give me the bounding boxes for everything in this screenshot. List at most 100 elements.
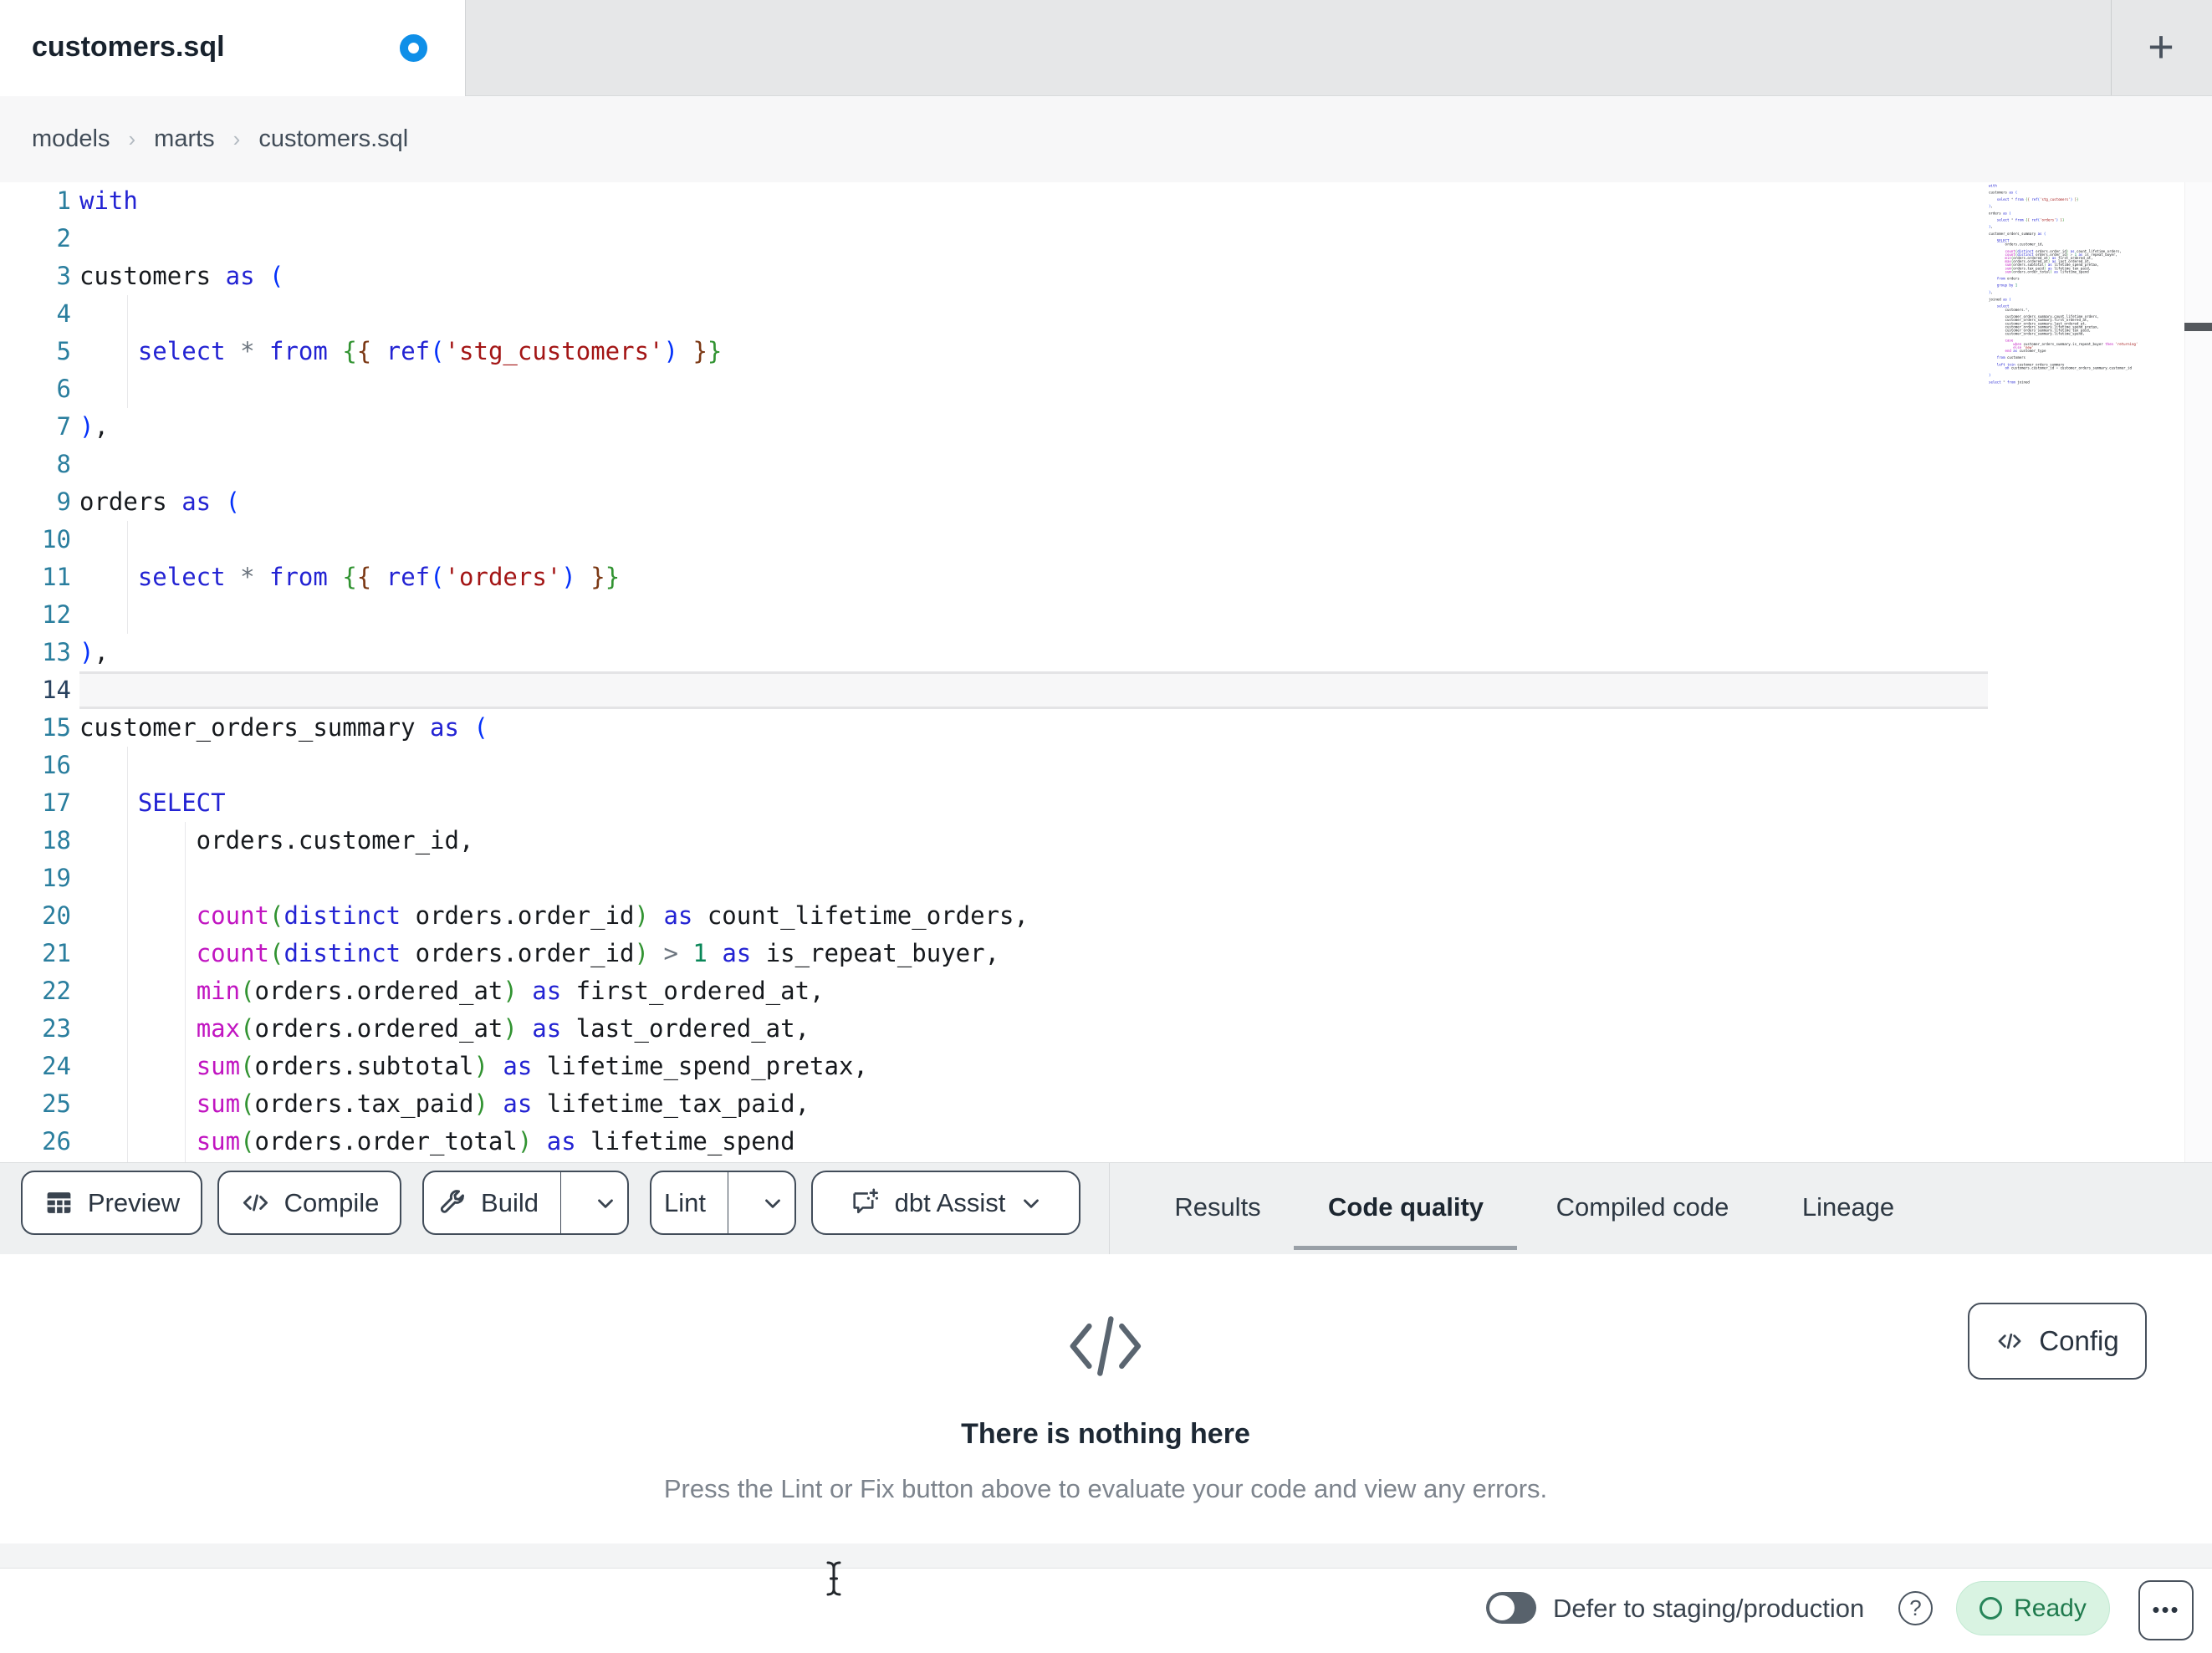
assist-chat-sparkle-icon: [848, 1186, 881, 1220]
line-number: 4: [56, 299, 71, 328]
table-icon: [43, 1187, 74, 1218]
panel-resize-gap[interactable]: [0, 1543, 2212, 1569]
dbt-assist-button[interactable]: dbt Assist: [811, 1171, 1080, 1235]
empty-state: There is nothing here Press the Lint or …: [664, 1304, 1547, 1504]
code-line[interactable]: 13),: [0, 634, 2212, 671]
breadcrumb-marts[interactable]: marts: [154, 125, 215, 153]
code-line[interactable]: 19: [0, 860, 2212, 897]
tab-lineage[interactable]: Lineage: [1802, 1163, 1894, 1251]
minimap-content: with customers as ( select * from {{ ref(…: [1989, 184, 2138, 385]
code-line[interactable]: 23 max(orders.ordered_at) as last_ordere…: [0, 1010, 2212, 1048]
line-number: 3: [56, 262, 71, 290]
tab-code-quality[interactable]: Code quality: [1328, 1163, 1484, 1251]
line-number: 19: [42, 864, 71, 892]
empty-state-title: There is nothing here: [961, 1418, 1250, 1450]
code-line[interactable]: 25 sum(orders.tax_paid) as lifetime_tax_…: [0, 1085, 2212, 1123]
build-split-button: Build: [422, 1171, 629, 1235]
tabstrip-divider: [2111, 0, 2112, 95]
line-number: 5: [56, 337, 71, 365]
line-number: 15: [42, 713, 71, 742]
line-number: 9: [56, 487, 71, 516]
compile-button-label: Compile: [284, 1187, 380, 1217]
code-line[interactable]: 4: [0, 295, 2212, 333]
breadcrumb-separator-icon: ›: [232, 126, 241, 151]
ide-status-badge[interactable]: Ready: [1956, 1581, 2110, 1635]
line-number: 16: [42, 751, 71, 779]
breadcrumb-models[interactable]: models: [32, 125, 110, 153]
defer-label: Defer to staging/production: [1553, 1594, 1865, 1623]
code-line[interactable]: 12: [0, 596, 2212, 634]
new-tab-button[interactable]: +: [2123, 15, 2199, 82]
config-button[interactable]: Config: [1968, 1303, 2147, 1380]
line-number: 20: [42, 901, 71, 930]
line-number: 10: [42, 525, 71, 554]
code-slash-icon: [1062, 1304, 1149, 1388]
line-number: 6: [56, 375, 71, 403]
code-line[interactable]: 22 min(orders.ordered_at) as first_order…: [0, 972, 2212, 1010]
status-circle-icon: [1980, 1597, 2003, 1620]
tab-results[interactable]: Results: [1174, 1163, 1260, 1251]
line-number: 21: [42, 939, 71, 967]
code-line[interactable]: 26 sum(orders.order_total) as lifetime_s…: [0, 1123, 2212, 1161]
code-line[interactable]: 21 count(distinct orders.order_id) > 1 a…: [0, 935, 2212, 972]
lint-button[interactable]: Lint: [642, 1172, 728, 1233]
breadcrumb-file[interactable]: customers.sql: [258, 125, 408, 153]
code-lines: 1 with 2 3 customers as ( 4 5 select * from {{…: [0, 182, 2212, 1161]
tab-compiled-code[interactable]: Compiled code: [1556, 1163, 1729, 1251]
lint-split-button: Lint: [650, 1171, 796, 1235]
tab-strip: customers.sql +: [0, 0, 2212, 96]
code-line[interactable]: 9 orders as (: [0, 483, 2212, 521]
code-icon: [1995, 1327, 2024, 1355]
code-line[interactable]: 18 orders.customer_id,: [0, 822, 2212, 860]
code-line[interactable]: 15 customer_orders_summary as (: [0, 709, 2212, 747]
compile-button[interactable]: Compile: [217, 1171, 401, 1235]
code-line[interactable]: 20 count(distinct orders.order_id) as co…: [0, 897, 2212, 935]
line-number: 11: [42, 563, 71, 591]
preview-button-label: Preview: [87, 1187, 181, 1217]
code-line[interactable]: 1 with: [0, 182, 2212, 220]
dbt-assist-label: dbt Assist: [894, 1187, 1006, 1217]
line-number: 13: [42, 638, 71, 666]
active-tab-underline: [1294, 1246, 1517, 1250]
build-button-label: Build: [481, 1187, 539, 1217]
file-tab[interactable]: customers.sql: [0, 0, 466, 96]
preview-button[interactable]: Preview: [21, 1171, 202, 1235]
code-editor[interactable]: 1 with 2 3 customers as ( 4 5 select * from {{…: [0, 182, 2212, 1162]
line-number: 18: [42, 826, 71, 855]
file-tab-title: customers.sql: [32, 31, 225, 63]
chevron-down-icon: [1019, 1191, 1044, 1216]
toggle-knob: [1489, 1595, 1515, 1620]
code-line[interactable]: 16: [0, 747, 2212, 784]
code-line[interactable]: 24 sum(orders.subtotal) as lifetime_spen…: [0, 1048, 2212, 1085]
code-line[interactable]: 5 select * from {{ ref('stg_customers') …: [0, 333, 2212, 370]
unsaved-changes-dot-icon: [400, 34, 427, 62]
overview-ruler-cursor-marker: [2184, 323, 2212, 331]
code-line[interactable]: 10: [0, 521, 2212, 559]
build-dropdown-button[interactable]: [575, 1172, 636, 1233]
code-line[interactable]: 17 SELECT: [0, 784, 2212, 822]
more-options-button[interactable]: •••: [2138, 1580, 2194, 1640]
code-line[interactable]: 3 customers as (: [0, 258, 2212, 295]
lint-button-label: Lint: [664, 1187, 706, 1217]
line-number: 7: [56, 412, 71, 441]
code-line[interactable]: 11 select * from {{ ref('orders') }}: [0, 559, 2212, 596]
code-line[interactable]: 2: [0, 220, 2212, 258]
breadcrumb-bar: models › marts › customers.sql Save: [0, 96, 2212, 266]
chevron-down-icon: [760, 1191, 785, 1216]
ide-status-label: Ready: [2014, 1594, 2087, 1622]
help-icon[interactable]: ?: [1898, 1591, 1933, 1625]
minimap[interactable]: with customers as ( select * from {{ ref(…: [1989, 184, 2183, 401]
code-line[interactable]: 8: [0, 446, 2212, 483]
lint-dropdown-button[interactable]: [742, 1172, 804, 1233]
code-line[interactable]: 7),: [0, 408, 2212, 446]
code-line[interactable]: 6: [0, 370, 2212, 408]
build-button[interactable]: Build: [415, 1172, 561, 1233]
line-number: 2: [56, 224, 71, 253]
code-line[interactable]: 14: [0, 671, 2212, 709]
defer-toggle[interactable]: [1486, 1592, 1536, 1624]
line-number: 23: [42, 1014, 71, 1043]
toolbar-separator: [1109, 1163, 1110, 1255]
line-number: 25: [42, 1089, 71, 1118]
status-bar: Defer to staging/production ? Ready •••: [0, 1569, 2212, 1653]
line-number: 24: [42, 1052, 71, 1080]
